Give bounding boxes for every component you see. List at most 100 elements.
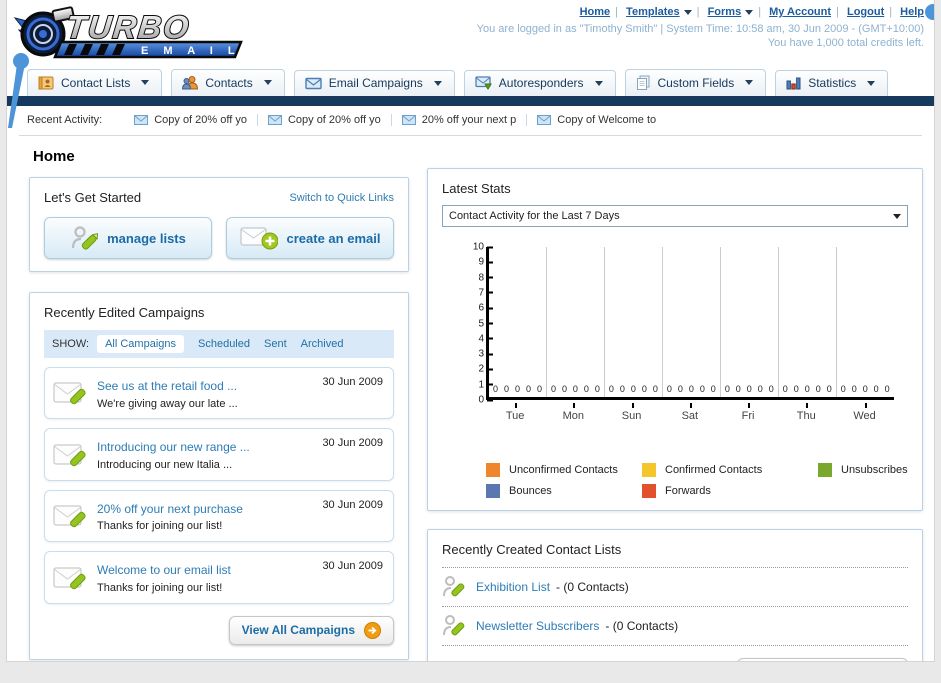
pin-decoration	[8, 53, 29, 128]
legend-label: Unconfirmed Contacts	[509, 464, 618, 476]
tab-label: Autoresponders	[498, 76, 584, 90]
tab-statistics[interactable]: Statistics	[775, 70, 889, 96]
address-book-icon	[38, 76, 54, 90]
tab-autoresponders[interactable]: Autoresponders	[463, 70, 616, 96]
campaign-title-link[interactable]: Introducing our new range ...	[97, 440, 250, 454]
recent-activity-bar: Recent Activity: Copy of 20% off yo Copy…	[7, 106, 934, 133]
contact-list-link[interactable]: Exhibition List	[476, 580, 550, 594]
chart-day-group: 00000	[719, 247, 778, 397]
link-logout[interactable]: Logout	[847, 6, 884, 18]
x-tick-label: Sun	[602, 403, 660, 422]
legend-item: Confirmed Contacts	[642, 463, 812, 477]
recent-activity-item[interactable]: 20% off your next p	[392, 113, 528, 126]
create-email-label: create an email	[286, 230, 381, 246]
data-labels: 00000	[840, 384, 890, 394]
chevron-down-icon	[867, 80, 876, 86]
chevron-down-icon	[892, 214, 901, 219]
x-tick-label: Mon	[544, 403, 602, 422]
tab-email-campaigns[interactable]: Email Campaigns	[293, 70, 455, 96]
person-pencil-icon	[443, 615, 465, 636]
tab-contacts[interactable]: Contacts	[171, 69, 285, 96]
login-status-text: You are logged in as "Timothy Smith" | S…	[476, 23, 924, 35]
filter-scheduled[interactable]: Scheduled	[198, 338, 250, 350]
contact-list-count: - (0 Contacts)	[556, 580, 629, 594]
person-pencil-icon	[72, 226, 99, 250]
switch-quick-links[interactable]: Switch to Quick Links	[289, 192, 394, 204]
legend-swatch-icon	[818, 463, 832, 477]
campaign-row[interactable]: Introducing our new range ... Introducin…	[44, 428, 394, 481]
tab-custom-fields[interactable]: Custom Fields	[624, 69, 767, 96]
data-labels: 00000	[782, 384, 832, 394]
link-my-account[interactable]: My Account	[769, 6, 831, 18]
create-email-button[interactable]: create an email	[226, 217, 394, 259]
data-labels: 00000	[666, 384, 716, 394]
view-all-campaigns-button[interactable]: View All Campaigns	[228, 615, 394, 645]
tab-label: Statistics	[808, 76, 857, 90]
x-tick-label: Sat	[661, 403, 719, 422]
recent-activity-item[interactable]: Copy of Welcome to	[527, 114, 666, 126]
envelope-icon	[267, 114, 282, 125]
contact-lists-title: Recently Created Contact Lists	[442, 542, 622, 557]
campaign-title-link[interactable]: See us at the retail food ...	[97, 379, 237, 393]
envelope-pencil-icon	[53, 567, 86, 589]
data-labels: 00000	[724, 384, 774, 394]
chart-day-group: 00000	[835, 247, 894, 397]
chevron-down-icon	[745, 9, 754, 15]
chevron-down-icon	[594, 80, 603, 86]
legend-label: Unsubscribes	[841, 464, 908, 476]
chart-day-group: 00000	[777, 247, 836, 397]
campaign-row[interactable]: 20% off your next purchase Thanks for jo…	[44, 489, 394, 543]
contact-list-row[interactable]: Exhibition List - (0 Contacts)	[442, 567, 908, 606]
campaign-date: 30 Jun 2009	[322, 437, 383, 450]
tab-contact-lists[interactable]: Contact Lists	[27, 69, 163, 96]
arrow-right-icon	[364, 621, 381, 639]
show-label: SHOW:	[52, 338, 90, 350]
campaign-subtitle: Introducing our new Italia ...	[97, 459, 233, 472]
recent-activity-item[interactable]: Copy of 20% off yo	[258, 113, 392, 126]
chart-day-group: 00000	[489, 247, 546, 397]
legend-swatch-icon	[486, 463, 500, 477]
filter-all-campaigns[interactable]: All Campaigns	[97, 335, 184, 353]
see-all-contact-lists-button[interactable]: See All Contact Lists	[736, 658, 908, 661]
bar-chart-icon	[786, 77, 801, 90]
chart-x-axis: Tue Mon Sun Sat Fri Thu Wed	[486, 403, 894, 422]
filter-sent[interactable]: Sent	[264, 338, 287, 350]
link-home[interactable]: Home	[580, 6, 611, 18]
manage-lists-button[interactable]: manage lists	[44, 217, 212, 259]
legend-swatch-icon	[486, 484, 500, 498]
contact-list-count: - (0 Contacts)	[605, 619, 679, 633]
main-window: E M A I L TURBO Home | Templates | Forms | …	[6, 0, 935, 662]
legend-item: Unconfirmed Contacts	[486, 463, 636, 477]
legend-item: Forwards	[642, 484, 812, 498]
campaign-title-link[interactable]: 20% off your next purchase	[97, 502, 243, 516]
contacts-icon	[182, 76, 199, 90]
link-help[interactable]: Help	[900, 6, 924, 18]
header: E M A I L TURBO Home | Templates | Forms | …	[7, 0, 934, 62]
link-forms[interactable]: Forms	[708, 6, 742, 18]
link-templates[interactable]: Templates	[626, 6, 680, 18]
contact-list-link[interactable]: Newsletter Subscribers	[476, 619, 599, 633]
tab-label: Email Campaigns	[328, 76, 423, 90]
contact-list-row[interactable]: Newsletter Subscribers - (0 Contacts)	[442, 606, 908, 645]
envelope-icon	[537, 114, 552, 125]
view-all-campaigns-label: View All Campaigns	[241, 623, 355, 638]
recent-activity-text: Copy of 20% off yo	[154, 113, 247, 126]
campaign-row[interactable]: See us at the retail food ... We're givi…	[44, 367, 394, 420]
campaign-title-link[interactable]: Welcome to our email list	[97, 563, 231, 577]
svg-text:TURBO: TURBO	[65, 9, 193, 45]
envelope-plus-icon	[240, 227, 278, 250]
filter-archived[interactable]: Archived	[301, 338, 344, 350]
envelope-icon	[401, 114, 416, 125]
x-tick-label: Thu	[777, 403, 835, 422]
contact-activity-chart: 10 9 8 7 6 5 4 3 2 1 0 000000000000000000000000000…	[442, 242, 908, 447]
chevron-down-icon	[433, 80, 442, 86]
campaign-row[interactable]: Welcome to our email list Thanks for joi…	[44, 551, 394, 604]
recent-activity-item[interactable]: Copy of 20% off yo	[124, 113, 258, 126]
campaign-subtitle: Thanks for joining our list!	[97, 581, 223, 594]
legend-item: Bounces	[486, 484, 636, 498]
recent-activity-text: 20% off your next p	[421, 113, 517, 126]
person-pencil-icon	[443, 576, 465, 597]
envelope-pencil-icon	[53, 505, 86, 528]
pages-icon	[636, 75, 650, 90]
stats-period-select[interactable]: Contact Activity for the Last 7 Days	[442, 205, 908, 227]
